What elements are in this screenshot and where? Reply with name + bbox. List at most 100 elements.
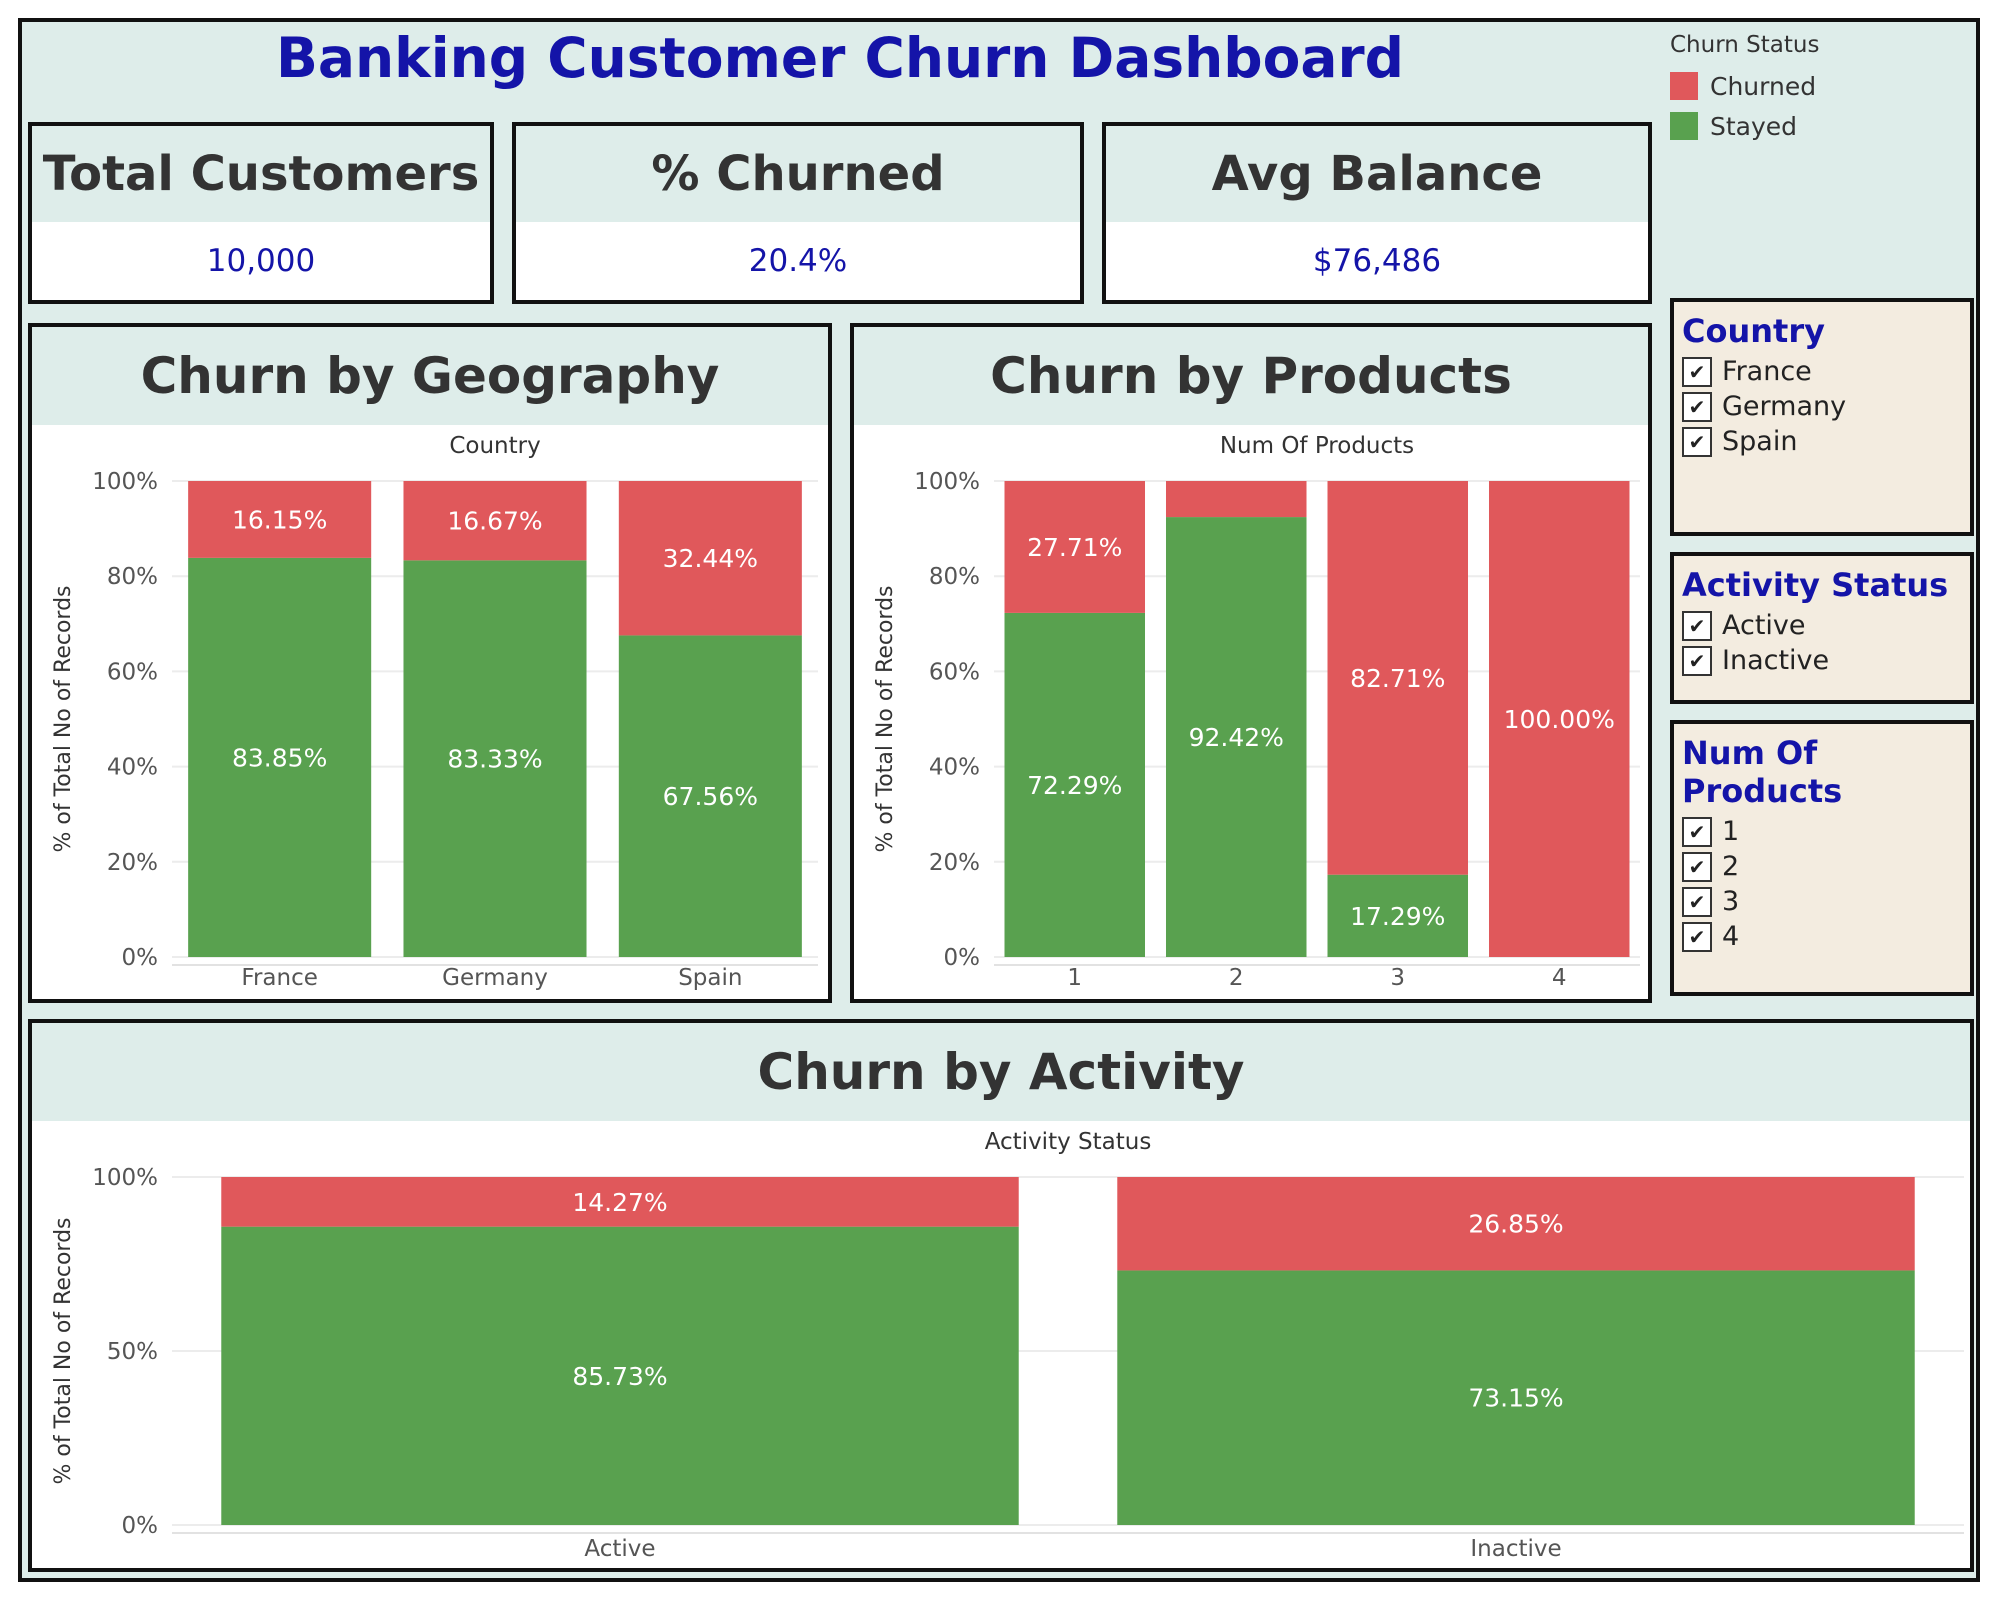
checkbox-product-1[interactable]: ✔ [1682, 816, 1712, 847]
y-tick-label: 100% [92, 1165, 158, 1191]
checkbox-spain[interactable]: ✔ [1682, 426, 1712, 457]
kpi-avg-balance-label: Avg Balance [1106, 126, 1648, 222]
y-tick-label: 40% [107, 755, 158, 781]
churn-status-legend: Churn Status Churned Stayed [1670, 32, 1819, 146]
data-label-churned: 32.44% [663, 544, 758, 573]
panel-churn-by-products: Churn by Products Num Of Products % of To… [850, 323, 1652, 1003]
x-tick-label: France [241, 965, 317, 991]
y-tick-label: 60% [107, 659, 158, 685]
data-label-stayed: 92.42% [1189, 723, 1284, 752]
filter-option-label: Germany [1722, 391, 1847, 422]
legend-item-stayed[interactable]: Stayed [1670, 106, 1819, 146]
x-tick-label: 1 [1067, 965, 1082, 991]
data-label-stayed: 83.33% [447, 745, 542, 774]
filter-option-product-4[interactable]: ✔ 4 [1682, 919, 1962, 954]
filter-option-label: Inactive [1722, 645, 1830, 676]
chart-churn-by-activity: Activity Status % of Total No of Records 0… [51, 1129, 1964, 1562]
y-tick-label: 100% [92, 469, 158, 495]
filter-option-germany[interactable]: ✔ Germany [1682, 389, 1962, 424]
data-label-stayed: 17.29% [1350, 902, 1445, 931]
y-tick-label: 0% [122, 945, 159, 971]
data-label-stayed: 83.85% [232, 743, 327, 772]
y-tick-label: 60% [929, 659, 980, 685]
filter-country-title: Country [1682, 312, 1825, 350]
filter-option-label: 4 [1722, 921, 1740, 952]
x-tick-label: Germany [442, 965, 548, 991]
kpi-avg-balance-value: $76,486 [1312, 243, 1442, 279]
y-axis-title: % of Total No of Records [51, 585, 76, 852]
filter-option-active[interactable]: ✔ Active [1682, 608, 1962, 643]
chart-churn-by-products: Num Of Products % of Total No of Records 0… [873, 433, 1640, 991]
y-tick-label: 20% [107, 850, 158, 876]
filter-option-label: 2 [1722, 851, 1740, 882]
filter-option-france[interactable]: ✔ France [1682, 354, 1962, 389]
kpi-total-customers-label: Total Customers [32, 126, 490, 222]
y-tick-label: 80% [929, 564, 980, 590]
checkbox-france[interactable]: ✔ [1682, 356, 1712, 387]
y-tick-label: 0% [122, 1513, 159, 1539]
filter-option-product-1[interactable]: ✔ 1 [1682, 814, 1962, 849]
x-tick-label: 4 [1552, 965, 1567, 991]
panel-title-products: Churn by Products [854, 327, 1648, 425]
kpi-percent-churned-value: 20.4% [748, 243, 848, 279]
data-label-churned: 100.00% [1504, 705, 1615, 734]
filter-option-label: 3 [1722, 886, 1740, 917]
x-axis-title: Country [449, 433, 540, 459]
filter-country: Country ✔ France ✔ Germany ✔ Spain [1670, 298, 1974, 536]
legend-label-stayed: Stayed [1710, 111, 1798, 141]
checkbox-germany[interactable]: ✔ [1682, 391, 1712, 422]
data-label-stayed: 72.29% [1027, 771, 1122, 800]
kpi-total-customers-value: 10,000 [206, 243, 316, 279]
filter-option-product-3[interactable]: ✔ 3 [1682, 884, 1962, 919]
legend-swatch-churned [1670, 72, 1698, 100]
kpi-total-customers: Total Customers 10,000 [28, 122, 494, 304]
data-label-stayed: 85.73% [572, 1362, 667, 1391]
panel-churn-by-activity: Churn by Activity Activity Status % of To… [28, 1019, 1974, 1572]
panel-churn-by-geography: Churn by Geography Country % of Total No … [28, 323, 832, 1003]
legend-title: Churn Status [1670, 32, 1820, 58]
checkbox-active[interactable]: ✔ [1682, 610, 1712, 641]
filter-activity-status-title: Activity Status [1682, 566, 1949, 604]
data-label-churned: 16.67% [447, 507, 542, 536]
filter-option-inactive[interactable]: ✔ Inactive [1682, 643, 1962, 678]
kpi-percent-churned-label: % Churned [516, 126, 1080, 222]
y-tick-label: 100% [914, 469, 980, 495]
filter-option-label: 1 [1722, 816, 1740, 847]
legend-item-churned[interactable]: Churned [1670, 66, 1819, 106]
data-label-churned: 14.27% [572, 1188, 667, 1217]
checkbox-product-3[interactable]: ✔ [1682, 886, 1712, 917]
filter-option-label: France [1722, 356, 1812, 387]
y-axis-title: % of Total No of Records [51, 1217, 76, 1484]
data-label-churned: 26.85% [1468, 1210, 1563, 1239]
panel-title-activity: Churn by Activity [32, 1023, 1970, 1121]
filter-num-of-products-title: Num Of Products [1682, 734, 1843, 810]
x-tick-label: Inactive [1470, 1536, 1561, 1562]
x-tick-label: 3 [1390, 965, 1405, 991]
bar-segment-churned [1165, 481, 1307, 518]
data-label-churned: 27.71% [1027, 533, 1122, 562]
filter-num-of-products: Num Of Products ✔ 1 ✔ 2 ✔ 3 ✔ 4 [1670, 720, 1974, 996]
legend-swatch-stayed [1670, 112, 1698, 140]
panel-title-geography: Churn by Geography [32, 327, 828, 425]
x-tick-label: 2 [1229, 965, 1244, 991]
y-tick-label: 50% [107, 1339, 158, 1365]
y-tick-label: 40% [929, 755, 980, 781]
x-tick-label: Active [584, 1536, 655, 1562]
data-label-churned: 16.15% [232, 505, 327, 534]
checkbox-product-2[interactable]: ✔ [1682, 851, 1712, 882]
checkbox-inactive[interactable]: ✔ [1682, 645, 1712, 676]
data-label-stayed: 67.56% [663, 782, 758, 811]
dashboard-title: Banking Customer Churn Dashboard [275, 26, 1405, 90]
kpi-percent-churned: % Churned 20.4% [512, 122, 1084, 304]
x-axis-title: Num Of Products [1220, 433, 1414, 459]
y-axis-title: % of Total No of Records [873, 585, 898, 852]
x-tick-label: Spain [678, 965, 742, 991]
y-tick-label: 20% [929, 850, 980, 876]
filter-option-spain[interactable]: ✔ Spain [1682, 424, 1962, 459]
filter-option-product-2[interactable]: ✔ 2 [1682, 849, 1962, 884]
data-label-churned: 82.71% [1350, 664, 1445, 693]
checkbox-product-4[interactable]: ✔ [1682, 921, 1712, 952]
kpi-avg-balance: Avg Balance $76,486 [1102, 122, 1652, 304]
filter-option-label: Active [1722, 610, 1806, 641]
data-label-stayed: 73.15% [1468, 1384, 1563, 1413]
